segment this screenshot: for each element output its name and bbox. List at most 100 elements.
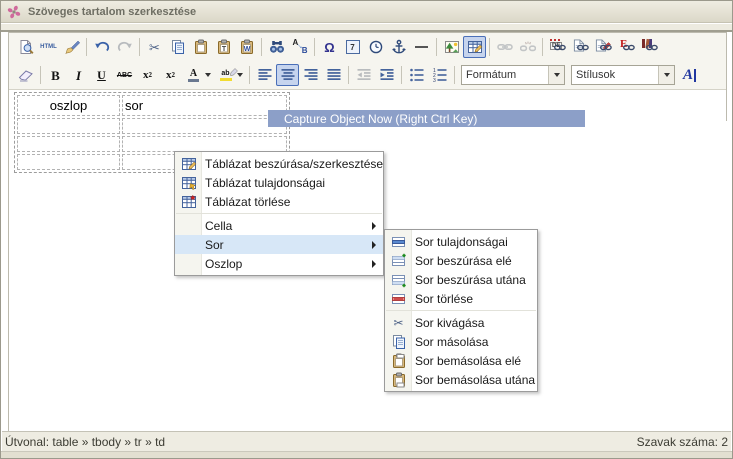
paste-as-text-icon: T — [215, 39, 232, 56]
numbered-list-button[interactable]: 123 — [428, 64, 451, 86]
highlight-color-button[interactable]: ab — [214, 64, 246, 86]
preview-button[interactable] — [14, 36, 37, 58]
paste-button[interactable] — [189, 36, 212, 58]
find-button[interactable] — [265, 36, 288, 58]
editor-logo-button[interactable]: A — [678, 64, 701, 86]
doc-link-icon — [572, 39, 589, 56]
underline-button[interactable]: U — [90, 64, 113, 86]
row-insert-after-icon — [385, 272, 412, 288]
format-combo[interactable]: Formátum — [461, 65, 565, 85]
doc-edit-link-button[interactable] — [592, 36, 615, 58]
cut-button[interactable]: ✂ — [143, 36, 166, 58]
chevron-down-icon[interactable] — [548, 66, 564, 84]
bold-icon: B — [47, 67, 64, 84]
universal-keyboard-icon: 7 — [344, 39, 361, 56]
styles-combo[interactable]: Stílusok — [571, 65, 675, 85]
menu-item[interactable]: ✂Sor kivágása — [385, 313, 537, 332]
menu-item[interactable]: Sor bemásolása elé — [385, 351, 537, 370]
menu-item[interactable]: Sor — [175, 235, 383, 254]
menu-item-label: Sor beszúrása elé — [412, 254, 512, 268]
row-delete-icon — [385, 291, 412, 307]
insert-table-icon — [466, 39, 483, 56]
insert-image-button[interactable] — [440, 36, 463, 58]
italic-button[interactable]: I — [67, 64, 90, 86]
paste-as-text-button[interactable]: T — [212, 36, 235, 58]
table-cell[interactable] — [17, 118, 120, 134]
menu-item[interactable]: Sor tulajdonságai — [385, 232, 537, 251]
justify-icon — [325, 67, 342, 84]
menu-item[interactable]: Táblázat tulajdonságai — [175, 173, 383, 192]
remove-format-button[interactable] — [14, 64, 37, 86]
menu-item[interactable]: Sor beszúrása utána — [385, 270, 537, 289]
menu-item[interactable]: Oszlop — [175, 254, 383, 273]
menu-item[interactable]: Sor másolása — [385, 332, 537, 351]
horizontal-rule-button[interactable] — [410, 36, 433, 58]
menu-item[interactable]: Táblázat törlése — [175, 192, 383, 211]
toolbar-separator — [139, 38, 140, 56]
table-cell[interactable] — [17, 154, 120, 170]
toolbar-row-2: BIUABCx2x2Aab123FormátumStílusokA — [9, 61, 726, 89]
menu-item-label: Sor törlése — [412, 292, 473, 306]
chevron-down-icon[interactable] — [658, 66, 674, 84]
insert-time-button[interactable] — [364, 36, 387, 58]
undo-button[interactable] — [90, 36, 113, 58]
horizontal-rule-icon — [413, 39, 430, 56]
universal-keyboard-button[interactable]: 7 — [341, 36, 364, 58]
window-bottom-edge — [1, 451, 732, 458]
unlink-icon — [519, 39, 536, 56]
format-brush-button[interactable] — [60, 36, 83, 58]
library-link-button[interactable] — [638, 36, 661, 58]
de-doc-link-button[interactable]: DE — [546, 36, 569, 58]
menu-item-label: Sor bemásolása elé — [412, 354, 521, 368]
toolbar-separator — [314, 38, 315, 56]
table-cell[interactable]: sor — [122, 95, 287, 116]
justify-button[interactable] — [322, 64, 345, 86]
copy-button[interactable] — [166, 36, 189, 58]
menu-item[interactable]: Sor beszúrása elé — [385, 251, 537, 270]
source-button[interactable]: HTML — [37, 36, 60, 58]
format-brush-icon — [63, 39, 80, 56]
bulleted-list-button[interactable] — [405, 64, 428, 86]
chevron-down-icon[interactable] — [237, 73, 243, 77]
subscript-button[interactable]: x2 — [136, 64, 159, 86]
superscript-button[interactable]: x2 — [159, 64, 182, 86]
table-cell[interactable] — [122, 118, 287, 134]
align-left-button[interactable] — [253, 64, 276, 86]
submenu-arrow-icon — [372, 222, 376, 230]
bold-button[interactable]: B — [44, 64, 67, 86]
anchor-button[interactable] — [387, 36, 410, 58]
menu-item[interactable]: Táblázat beszúrása/szerkesztése — [175, 154, 383, 173]
toolbar-separator — [436, 38, 437, 56]
menu-separator — [176, 213, 382, 214]
strikethrough-button[interactable]: ABC — [113, 64, 136, 86]
row-properties-icon — [385, 234, 412, 250]
align-left-icon — [256, 67, 273, 84]
insert-image-icon — [443, 39, 460, 56]
align-right-button[interactable] — [299, 64, 322, 86]
menu-item[interactable]: Cella — [175, 216, 383, 235]
toolbar: HTML✂TWAB→Ω7DEE BIUABCx2x2Aab123Formátum… — [9, 33, 726, 90]
table-cell[interactable]: oszlop — [17, 95, 120, 116]
insert-table-button[interactable] — [463, 36, 486, 58]
redo-icon — [116, 39, 133, 56]
doc-link-button[interactable] — [569, 36, 592, 58]
toolbar-separator — [86, 38, 87, 56]
menu-item[interactable]: Sor törlése — [385, 289, 537, 308]
paste-from-word-button[interactable]: W — [235, 36, 258, 58]
align-center-button[interactable] — [276, 64, 299, 86]
element-path[interactable]: Útvonal: table » tbody » tr » td — [5, 435, 165, 449]
copy-icon — [169, 39, 186, 56]
table-cell[interactable] — [17, 136, 120, 152]
text-color-icon: A — [185, 67, 202, 84]
menu-item[interactable]: Sor bemásolása utána — [385, 370, 537, 389]
row-insert-before-icon — [385, 253, 412, 269]
table-cell[interactable] — [122, 136, 287, 152]
special-char-button[interactable]: Ω — [318, 36, 341, 58]
e-link-button[interactable]: E — [615, 36, 638, 58]
insert-time-icon — [367, 39, 384, 56]
chevron-down-icon[interactable] — [205, 73, 211, 77]
replace-button[interactable]: AB→ — [288, 36, 311, 58]
increase-indent-button[interactable] — [375, 64, 398, 86]
row-copy-icon — [385, 334, 412, 350]
text-color-button[interactable]: A — [182, 64, 214, 86]
